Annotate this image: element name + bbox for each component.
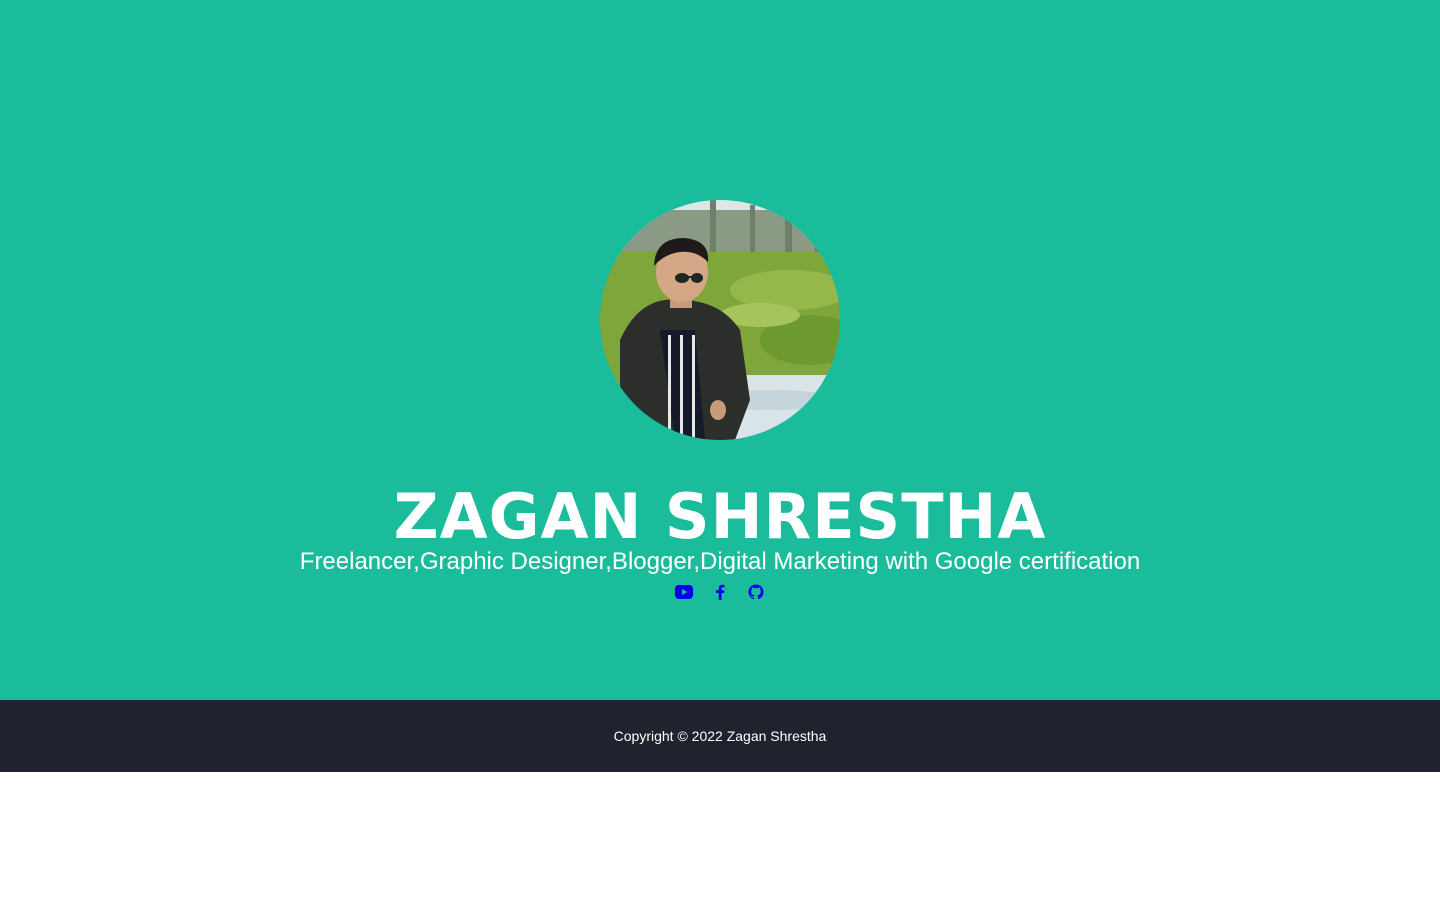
profile-photo [600, 200, 840, 440]
profile-photo-illustration [600, 200, 840, 440]
facebook-icon [716, 584, 725, 600]
profile-name: ZAGAN SHRESTHA [393, 480, 1047, 553]
hero-section: ZAGAN SHRESTHA Freelancer,Graphic Design… [0, 0, 1440, 700]
copyright-text: Copyright © 2022 Zagan Shrestha [613, 728, 827, 744]
facebook-link[interactable] [711, 581, 729, 603]
youtube-link[interactable] [675, 581, 693, 603]
social-links [0, 581, 1440, 603]
page-footer: Copyright © 2022 Zagan Shrestha [0, 700, 1440, 772]
github-link[interactable] [747, 581, 765, 603]
github-icon [748, 584, 764, 600]
profile-tagline: Freelancer,Graphic Designer,Blogger,Digi… [299, 548, 1141, 575]
youtube-icon [675, 585, 693, 599]
